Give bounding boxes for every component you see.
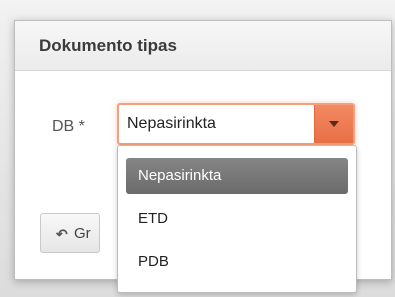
db-dropdown-list: Nepasirinkta ETD PDB [117,145,357,293]
dialog-title: Dokumento tipas [39,36,177,55]
dropdown-option-pdb[interactable]: PDB [126,244,348,280]
back-button[interactable]: ↶ Gr [40,213,100,253]
dropdown-option-etd[interactable]: ETD [126,201,348,237]
dropdown-toggle-button[interactable] [314,105,353,143]
db-select[interactable]: Nepasirinkta [117,103,355,145]
db-field-label: DB * [52,118,85,135]
back-button-label: Gr [74,225,91,242]
db-select-value: Nepasirinkta [127,115,216,132]
dialog-header: Dokumento tipas [15,21,391,71]
chevron-down-icon [329,121,339,127]
dropdown-option-nepasirinkta[interactable]: Nepasirinkta [126,158,348,194]
reply-arrow-icon: ↶ [56,226,68,242]
